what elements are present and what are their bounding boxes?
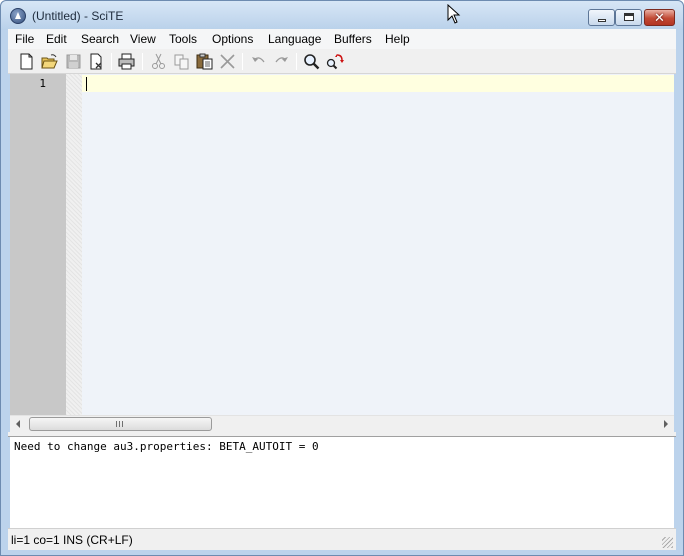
- scite-window: (Untitled) - SciTE ✕ File Edit Search Vi…: [0, 0, 684, 556]
- find-replace-icon[interactable]: [325, 52, 344, 71]
- toolbar-separator: [111, 53, 112, 70]
- open-folder-icon[interactable]: [40, 52, 59, 71]
- copy-icon[interactable]: [172, 52, 191, 71]
- menu-file[interactable]: File: [15, 32, 34, 46]
- toolbar-separator: [296, 53, 297, 70]
- editor-pane[interactable]: 1: [10, 74, 674, 415]
- save-disk-icon[interactable]: [64, 52, 83, 71]
- toolbar-separator: [142, 53, 143, 70]
- close-button[interactable]: ✕: [644, 9, 675, 26]
- undo-icon[interactable]: [249, 52, 268, 71]
- menu-help[interactable]: Help: [385, 32, 410, 46]
- menu-search[interactable]: Search: [81, 32, 119, 46]
- window-title: (Untitled) - SciTE: [32, 9, 124, 23]
- scroll-right-arrow-icon[interactable]: [664, 420, 668, 428]
- mouse-pointer-icon: [447, 4, 461, 24]
- toolbar: [8, 49, 676, 74]
- menu-tools[interactable]: Tools: [169, 32, 197, 46]
- status-bar: li=1 co=1 INS (CR+LF): [8, 528, 676, 550]
- menu-bar: File Edit Search View Tools Options Lang…: [8, 29, 676, 49]
- scroll-left-arrow-icon[interactable]: [16, 420, 20, 428]
- maximize-icon: [624, 13, 634, 21]
- status-text: li=1 co=1 INS (CR+LF): [11, 533, 133, 547]
- paste-clipboard-icon[interactable]: [195, 52, 214, 71]
- line-number-margin[interactable]: 1: [10, 74, 66, 415]
- new-file-icon[interactable]: [17, 52, 36, 71]
- title-bar[interactable]: (Untitled) - SciTE ✕: [1, 1, 683, 30]
- scrollbar-thumb[interactable]: [29, 417, 212, 431]
- close-file-icon[interactable]: [87, 52, 106, 71]
- delete-x-icon[interactable]: [218, 52, 237, 71]
- printer-icon[interactable]: [117, 52, 136, 71]
- close-icon: ✕: [654, 10, 665, 25]
- magnifier-icon[interactable]: [302, 52, 321, 71]
- redo-icon[interactable]: [272, 52, 291, 71]
- text-caret: [86, 77, 87, 91]
- scissors-icon[interactable]: [149, 52, 168, 71]
- menu-language[interactable]: Language: [268, 32, 321, 46]
- thumb-grip-icon: [116, 421, 124, 427]
- minimize-button[interactable]: [588, 9, 615, 26]
- line-number: 1: [39, 77, 46, 90]
- menu-view[interactable]: View: [130, 32, 156, 46]
- output-pane[interactable]: Need to change au3.properties: BETA_AUTO…: [10, 437, 674, 528]
- menu-options[interactable]: Options: [212, 32, 253, 46]
- scite-app-icon[interactable]: [10, 8, 26, 24]
- fold-margin[interactable]: [66, 74, 82, 415]
- horizontal-scrollbar[interactable]: [10, 415, 674, 432]
- menu-buffers[interactable]: Buffers: [334, 32, 372, 46]
- toolbar-separator: [242, 53, 243, 70]
- maximize-button[interactable]: [615, 9, 642, 26]
- output-message: Need to change au3.properties: BETA_AUTO…: [14, 440, 319, 453]
- current-line-highlight: [82, 75, 674, 92]
- minimize-icon: [598, 19, 606, 22]
- resize-grip-icon[interactable]: [662, 537, 673, 548]
- menu-edit[interactable]: Edit: [46, 32, 67, 46]
